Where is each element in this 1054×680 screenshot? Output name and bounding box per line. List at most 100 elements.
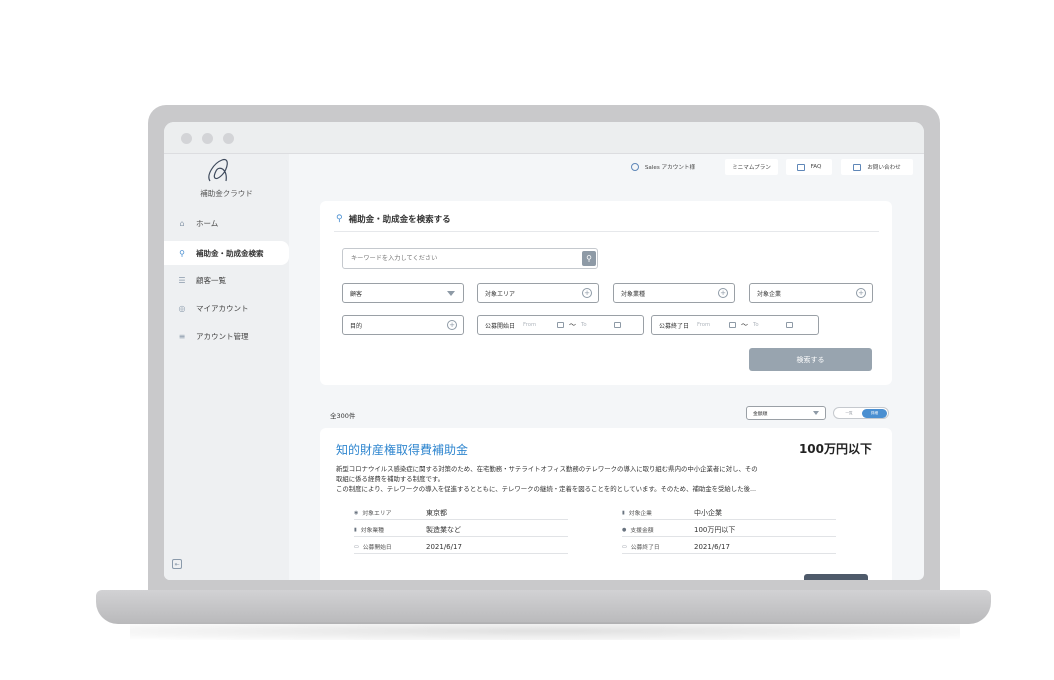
- area-field[interactable]: 対象エリア +: [477, 283, 599, 303]
- calendar-icon: ▭: [622, 543, 627, 550]
- description-line: 取組に係る経費を補助する制度です。: [336, 475, 444, 483]
- search-title: 補助金・助成金を検索する: [348, 215, 451, 225]
- sidebar-item-home[interactable]: ⌂ ホーム: [164, 211, 289, 235]
- attr-value: 100万円以下: [694, 525, 736, 534]
- start-date-label: 公募開始日: [485, 322, 516, 330]
- calendar-icon: ▭: [354, 543, 359, 550]
- to-input[interactable]: To: [581, 322, 614, 328]
- user-circle-icon: ◎: [178, 303, 186, 313]
- pin-icon: ◉: [354, 509, 359, 516]
- attr-label: 公募終了日: [630, 545, 660, 551]
- company-field[interactable]: 対象企業 +: [749, 283, 873, 303]
- attr-value: 2021/6/17: [426, 542, 462, 551]
- view-toggle: 一覧 詳細: [833, 407, 889, 419]
- sidebar-item-customers[interactable]: ☰ 顧客一覧: [164, 268, 289, 292]
- money-bag-icon: ●: [622, 526, 627, 533]
- purpose-label: 目的: [350, 322, 363, 330]
- building-icon: ▮: [354, 526, 357, 533]
- sidebar-item-search[interactable]: ⚲ 補助金・助成金検索: [164, 241, 289, 265]
- sidebar-item-label: アカウント管理: [196, 331, 249, 341]
- company-label: 対象企業: [757, 290, 782, 298]
- search-submit-button[interactable]: 検索する: [749, 348, 872, 371]
- result-description: 新型コロナウイルス感染症に関する対策のため、在宅勤務・サテライトオフィス勤務のテ…: [336, 464, 884, 494]
- plus-circle-icon[interactable]: +: [582, 288, 592, 298]
- to-input[interactable]: To: [753, 322, 786, 328]
- customer-select[interactable]: 顧客: [342, 283, 464, 303]
- calendar-icon[interactable]: [614, 322, 622, 328]
- sidebar-item-my-account[interactable]: ◎ マイアカウント: [164, 296, 289, 320]
- plan-label: ミニマムプラン: [732, 165, 771, 171]
- chevron-down-icon: [447, 291, 455, 296]
- industry-field[interactable]: 対象業種 +: [613, 283, 735, 303]
- sidebar-item-label: 補助金・助成金検索: [196, 248, 264, 258]
- attr-label: 対象エリア: [362, 511, 392, 517]
- end-date-label: 公募終了日: [659, 322, 690, 330]
- collapse-sidebar-button[interactable]: ⇤: [172, 559, 182, 569]
- settings-list-icon: ≡: [178, 331, 186, 341]
- attr-company: ▮ 対象企業 中小企業: [622, 506, 836, 520]
- calendar-icon[interactable]: [729, 322, 737, 328]
- area-label: 対象エリア: [485, 290, 516, 298]
- window-title-bar: [164, 122, 924, 154]
- purpose-field[interactable]: 目的 +: [342, 315, 464, 335]
- detail-button[interactable]: [804, 574, 868, 580]
- attr-label: 対象企業: [628, 511, 652, 517]
- home-icon: ⌂: [179, 218, 185, 228]
- keyword-input[interactable]: [342, 248, 598, 269]
- sort-select[interactable]: 金額順: [746, 406, 826, 420]
- keyword-search-button[interactable]: ⚲: [582, 251, 596, 266]
- plus-circle-icon[interactable]: +: [856, 288, 866, 298]
- search-card: ⚲ 補助金・助成金を検索する ⚲ 顧客 対象エリア + 対象業種 + 対象企業 …: [320, 201, 892, 385]
- end-date-range[interactable]: 公募終了日 From 〜 To: [651, 315, 819, 335]
- sidebar: 補助金クラウド ⌂ ホーム ⚲ 補助金・助成金検索 ☰ 顧客一覧 ◎ マイアカウ…: [164, 154, 289, 580]
- top-header: Sales アカウント様 ミニマムプラン FAQ お問い合わせ: [289, 154, 924, 184]
- user-icon: [630, 163, 639, 171]
- range-separator: 〜: [569, 321, 577, 329]
- view-detail-option[interactable]: 詳細: [862, 409, 887, 418]
- attr-value: 東京都: [426, 508, 447, 517]
- attr-value: 製造業など: [426, 525, 461, 534]
- attr-label: 支援金額: [630, 528, 654, 534]
- attr-value: 中小企業: [694, 508, 722, 517]
- plus-circle-icon[interactable]: +: [718, 288, 728, 298]
- attr-end-date: ▭ 公募終了日 2021/6/17: [622, 540, 836, 554]
- plan-button[interactable]: ミニマムプラン: [725, 159, 778, 175]
- result-title-link[interactable]: 知的財産権取得費補助金: [336, 441, 468, 458]
- chevron-down-icon: [813, 411, 819, 415]
- app-screen: 補助金クラウド ⌂ ホーム ⚲ 補助金・助成金検索 ☰ 顧客一覧 ◎ マイアカウ…: [164, 122, 924, 580]
- range-separator: 〜: [741, 321, 749, 329]
- window-dot-3[interactable]: [223, 133, 234, 144]
- attr-start-date: ▭ 公募開始日 2021/6/17: [354, 540, 568, 554]
- logo-icon: [208, 158, 228, 182]
- laptop-shadow: [130, 622, 960, 640]
- attr-value: 2021/6/17: [694, 542, 730, 551]
- search-icon: ⚲: [586, 254, 592, 263]
- window-dot-2[interactable]: [202, 133, 213, 144]
- search-icon: ⚲: [179, 248, 185, 258]
- faq-label: FAQ: [810, 164, 822, 170]
- calendar-icon[interactable]: [557, 322, 565, 328]
- user-account-button[interactable]: Sales アカウント様: [619, 159, 707, 175]
- result-count: 全300件: [330, 412, 356, 420]
- description-line: この制度により、テレワークの導入を促進するとともに、テレワークの継続・定着を図る…: [336, 485, 757, 493]
- calendar-icon[interactable]: [786, 322, 794, 328]
- building-icon: ▮: [622, 509, 625, 516]
- attr-label: 公募開始日: [362, 545, 392, 551]
- attr-industry: ▮ 対象業種 製造業など: [354, 523, 568, 537]
- from-input[interactable]: From: [697, 322, 729, 328]
- user-list-icon: ☰: [178, 275, 186, 285]
- industry-label: 対象業種: [621, 290, 646, 298]
- contact-button[interactable]: お問い合わせ: [841, 159, 913, 175]
- result-amount: 100万円以下: [798, 442, 872, 456]
- start-date-range[interactable]: 公募開始日 From 〜 To: [477, 315, 644, 335]
- view-list-option[interactable]: 一覧: [837, 409, 861, 418]
- plus-circle-icon[interactable]: +: [447, 320, 457, 330]
- window-dot-1[interactable]: [181, 133, 192, 144]
- search-heading: ⚲ 補助金・助成金を検索する: [336, 213, 451, 225]
- result-card: 知的財産権取得費補助金 100万円以下 新型コロナウイルス感染症に関する対策のた…: [320, 428, 892, 580]
- from-input[interactable]: From: [523, 322, 557, 328]
- sidebar-item-account-admin[interactable]: ≡ アカウント管理: [164, 324, 289, 348]
- sidebar-item-label: マイアカウント: [196, 303, 249, 313]
- logo-text: 補助金クラウド: [200, 189, 253, 198]
- faq-button[interactable]: FAQ: [786, 159, 832, 175]
